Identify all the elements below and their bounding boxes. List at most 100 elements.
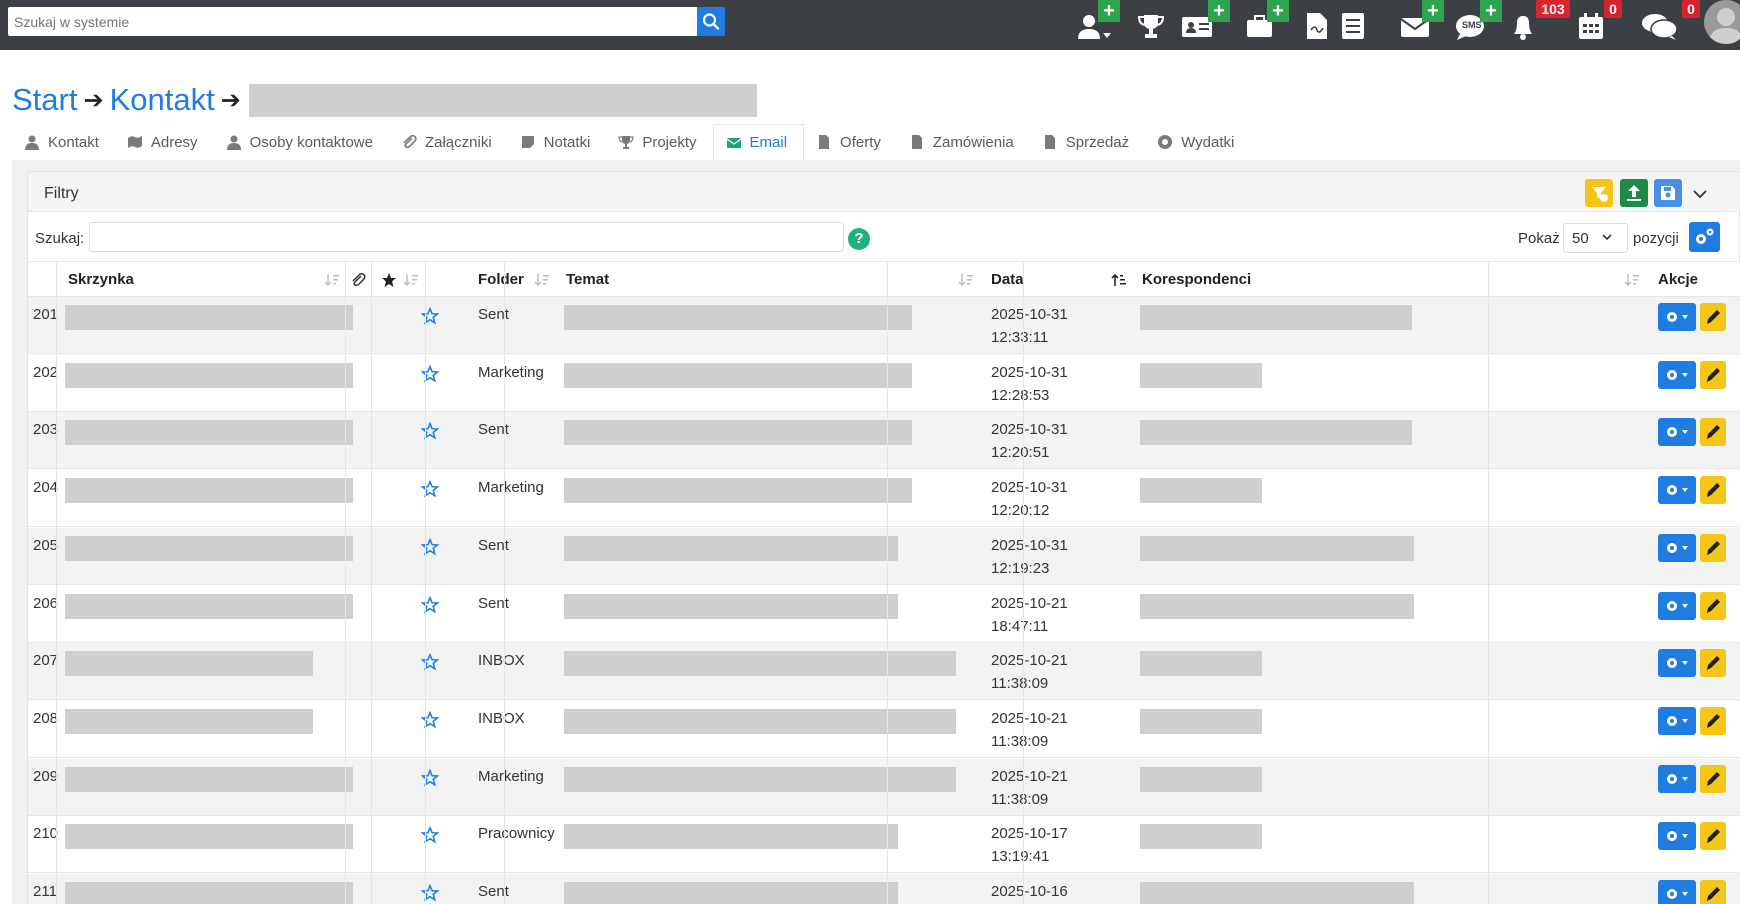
col-subject[interactable]: Temat bbox=[566, 262, 609, 298]
star-icon[interactable] bbox=[421, 364, 439, 383]
row-edit-button[interactable] bbox=[1700, 533, 1726, 562]
paperclip-icon[interactable] bbox=[350, 272, 366, 288]
row-edit-button[interactable] bbox=[1700, 418, 1726, 447]
breadcrumb-start[interactable]: Start bbox=[12, 82, 77, 118]
calendar-button[interactable]: 0 bbox=[1574, 0, 1622, 42]
star-icon[interactable] bbox=[421, 768, 439, 787]
table-search-input[interactable] bbox=[89, 222, 844, 252]
row-settings-button[interactable] bbox=[1658, 764, 1696, 793]
table-row[interactable]: 205 Sent 2025-10-31 12:19:23 bbox=[28, 527, 1740, 585]
tab-notatki[interactable]: Notatki bbox=[508, 124, 607, 160]
help-icon[interactable]: ? bbox=[848, 228, 870, 250]
row-settings-button[interactable] bbox=[1658, 706, 1696, 735]
filters-header[interactable] bbox=[28, 172, 1740, 212]
sort-icon[interactable] bbox=[958, 272, 974, 288]
star-icon[interactable] bbox=[421, 537, 439, 556]
user-avatar[interactable] bbox=[1704, 0, 1740, 44]
add-user-menu[interactable]: + bbox=[1075, 0, 1120, 42]
global-search-input[interactable] bbox=[8, 7, 668, 36]
subject-redacted[interactable] bbox=[564, 305, 912, 330]
tab-osoby-kontaktowe[interactable]: Osoby kontaktowe bbox=[214, 124, 389, 160]
table-row[interactable]: 203 Sent 2025-10-31 12:20:51 bbox=[28, 412, 1740, 470]
subject-redacted[interactable] bbox=[564, 593, 898, 619]
search-button[interactable] bbox=[697, 7, 725, 36]
subject-redacted[interactable] bbox=[564, 362, 912, 388]
add-email-button[interactable]: + bbox=[1398, 0, 1444, 42]
table-row[interactable]: 211Sent2025-10-1622:22:42 bbox=[28, 874, 1740, 904]
row-edit-button[interactable] bbox=[1700, 822, 1726, 851]
sort-asc-icon[interactable] bbox=[1111, 272, 1127, 288]
notifications-button[interactable]: 103 bbox=[1506, 0, 1570, 42]
tab-oferty[interactable]: Oferty bbox=[804, 124, 897, 160]
sort-icon[interactable] bbox=[1624, 272, 1640, 288]
chat-button[interactable]: 0 bbox=[1640, 0, 1700, 42]
subject-redacted[interactable] bbox=[564, 478, 912, 504]
table-row[interactable]: 209 Marketing 2025-10-21 11:38:09 bbox=[28, 758, 1740, 816]
star-icon[interactable] bbox=[421, 307, 439, 325]
tab-adresy[interactable]: Adresy bbox=[115, 124, 214, 160]
table-row[interactable]: 202 Marketing 2025-10-31 12:28:53 bbox=[28, 354, 1740, 412]
col-date[interactable]: Data bbox=[991, 262, 1024, 298]
subject-redacted[interactable] bbox=[564, 766, 956, 792]
row-settings-button[interactable] bbox=[1658, 476, 1696, 505]
star-icon[interactable] bbox=[421, 595, 439, 614]
page-size-select[interactable]: 50 bbox=[1563, 223, 1628, 253]
table-row[interactable]: 208 INBOX 2025-10-21 11:38:09 bbox=[28, 700, 1740, 758]
row-settings-button[interactable] bbox=[1658, 649, 1696, 678]
row-settings-button[interactable] bbox=[1658, 418, 1696, 447]
subject-redacted[interactable] bbox=[564, 420, 912, 446]
table-row[interactable]: 207 INBOX 2025-10-21 11:38:09 bbox=[28, 643, 1740, 701]
sort-icon[interactable] bbox=[324, 272, 340, 288]
tab-zalaczniki[interactable]: Załączniki bbox=[389, 124, 508, 160]
tab-wydatki[interactable]: Wydatki bbox=[1145, 124, 1250, 160]
export-button[interactable] bbox=[1620, 179, 1648, 207]
star-icon[interactable] bbox=[421, 480, 439, 498]
col-correspondents[interactable]: Korespondenci bbox=[1142, 262, 1251, 298]
table-row[interactable]: 206 Sent 2025-10-21 18:47:11 bbox=[28, 585, 1740, 643]
subject-redacted[interactable] bbox=[564, 535, 898, 561]
table-row[interactable]: 201 Sent 2025-10-31 12:33:11 bbox=[28, 297, 1740, 354]
row-edit-button[interactable] bbox=[1700, 880, 1726, 904]
col-mailbox[interactable]: Skrzynka bbox=[68, 262, 134, 298]
save-filters-button[interactable] bbox=[1654, 179, 1682, 207]
documents-button[interactable] bbox=[1300, 8, 1334, 42]
column-settings-button[interactable] bbox=[1689, 222, 1720, 252]
chevron-down-icon[interactable] bbox=[1690, 184, 1710, 204]
tab-sprzedaz[interactable]: Sprzedaż bbox=[1030, 124, 1145, 160]
row-settings-button[interactable] bbox=[1658, 880, 1696, 904]
tab-kontakt[interactable]: Kontakt bbox=[12, 124, 115, 160]
tab-email[interactable]: Email bbox=[712, 124, 805, 160]
tab-projekty[interactable]: Projekty bbox=[606, 124, 712, 160]
table-row[interactable]: 210 Pracownicy 2025-10-17 13:19:41 bbox=[28, 816, 1740, 874]
row-edit-button[interactable] bbox=[1700, 476, 1726, 505]
star-icon[interactable] bbox=[421, 653, 439, 671]
row-settings-button[interactable] bbox=[1658, 303, 1696, 331]
row-settings-button[interactable] bbox=[1658, 360, 1696, 389]
row-settings-button[interactable] bbox=[1658, 822, 1696, 851]
row-edit-button[interactable] bbox=[1700, 649, 1726, 678]
sort-icon[interactable] bbox=[534, 272, 550, 288]
catalog-button[interactable] bbox=[1336, 8, 1370, 42]
breadcrumb-contact[interactable]: Kontakt bbox=[110, 82, 215, 118]
col-folder[interactable]: Folder bbox=[478, 262, 524, 298]
add-sms-button[interactable]: SMS + bbox=[1454, 0, 1502, 42]
row-edit-button[interactable] bbox=[1700, 706, 1726, 735]
star-icon[interactable] bbox=[421, 422, 439, 440]
subject-redacted[interactable] bbox=[564, 882, 898, 904]
star-icon[interactable] bbox=[421, 710, 439, 729]
sort-icon[interactable] bbox=[403, 272, 419, 288]
row-edit-button[interactable] bbox=[1700, 764, 1726, 793]
row-settings-button[interactable] bbox=[1658, 591, 1696, 620]
table-row[interactable]: 204 Marketing 2025-10-31 12:20:12 bbox=[28, 470, 1740, 528]
star-icon[interactable] bbox=[421, 826, 439, 844]
tab-zamowienia[interactable]: Zamówienia bbox=[897, 124, 1030, 160]
row-edit-button[interactable] bbox=[1700, 360, 1726, 389]
add-contact-button[interactable]: + bbox=[1180, 0, 1230, 42]
subject-redacted[interactable] bbox=[564, 824, 898, 850]
projects-button[interactable] bbox=[1134, 8, 1168, 42]
star-filled-icon[interactable] bbox=[381, 272, 397, 288]
row-edit-button[interactable] bbox=[1700, 303, 1726, 331]
subject-redacted[interactable] bbox=[564, 708, 956, 734]
star-icon[interactable] bbox=[421, 884, 439, 902]
subject-redacted[interactable] bbox=[564, 651, 956, 677]
